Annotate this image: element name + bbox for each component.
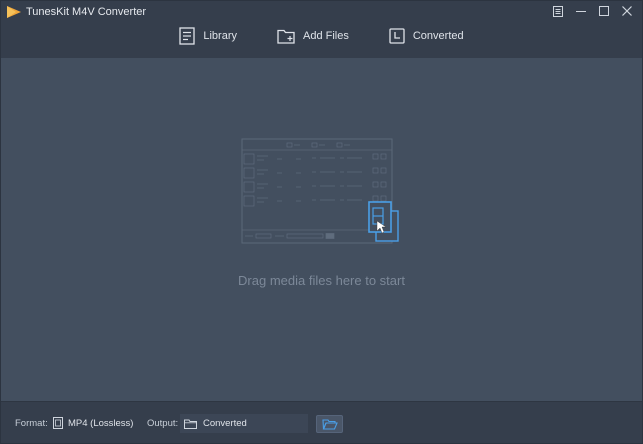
library-label: Library xyxy=(203,30,237,42)
main-toolbar: Library Add Files Converted xyxy=(1,23,642,49)
bottom-bar: Format: MP4 (Lossless) Output: Converted xyxy=(1,401,642,443)
app-title: TunesKit M4V Converter xyxy=(26,6,147,18)
add-files-button[interactable]: Add Files xyxy=(275,23,351,49)
open-folder-icon xyxy=(321,418,338,430)
add-folder-icon xyxy=(277,29,295,44)
add-files-label: Add Files xyxy=(303,30,349,42)
format-selector[interactable]: MP4 (Lossless) xyxy=(53,414,133,432)
app-window: TunesKit M4V Converter Library Add Files… xyxy=(0,0,643,444)
library-button[interactable]: Library xyxy=(177,23,239,49)
drag-hint-text: Drag media files here to start xyxy=(238,273,405,288)
converted-label: Converted xyxy=(412,30,464,42)
output-value: Converted xyxy=(203,418,247,429)
clock-icon xyxy=(389,28,405,44)
window-controls xyxy=(551,3,634,19)
menu-icon xyxy=(553,5,563,17)
minimize-button[interactable] xyxy=(574,4,588,18)
maximize-icon xyxy=(599,6,609,16)
output-label: Output: xyxy=(147,418,179,429)
maximize-button[interactable] xyxy=(597,4,611,18)
title-bar: TunesKit M4V Converter xyxy=(7,4,146,20)
library-icon xyxy=(179,27,196,45)
format-label: Format: xyxy=(15,418,48,429)
format-value: MP4 (Lossless) xyxy=(68,417,134,429)
drop-area[interactable]: Drag media files here to start xyxy=(1,58,642,403)
minimize-icon xyxy=(576,11,586,12)
output-path-field[interactable]: Converted xyxy=(180,414,308,433)
close-button[interactable] xyxy=(620,4,634,18)
drag-drop-illustration-icon xyxy=(241,138,399,244)
tuneskit-logo-icon xyxy=(7,6,21,18)
menu-button[interactable] xyxy=(551,4,565,18)
title-toolbar-area: TunesKit M4V Converter Library Add Files… xyxy=(1,1,642,58)
folder-icon xyxy=(184,419,197,429)
video-file-icon xyxy=(53,417,63,429)
converted-button[interactable]: Converted xyxy=(387,23,466,49)
browse-output-button[interactable] xyxy=(316,415,343,433)
close-icon xyxy=(622,6,632,16)
